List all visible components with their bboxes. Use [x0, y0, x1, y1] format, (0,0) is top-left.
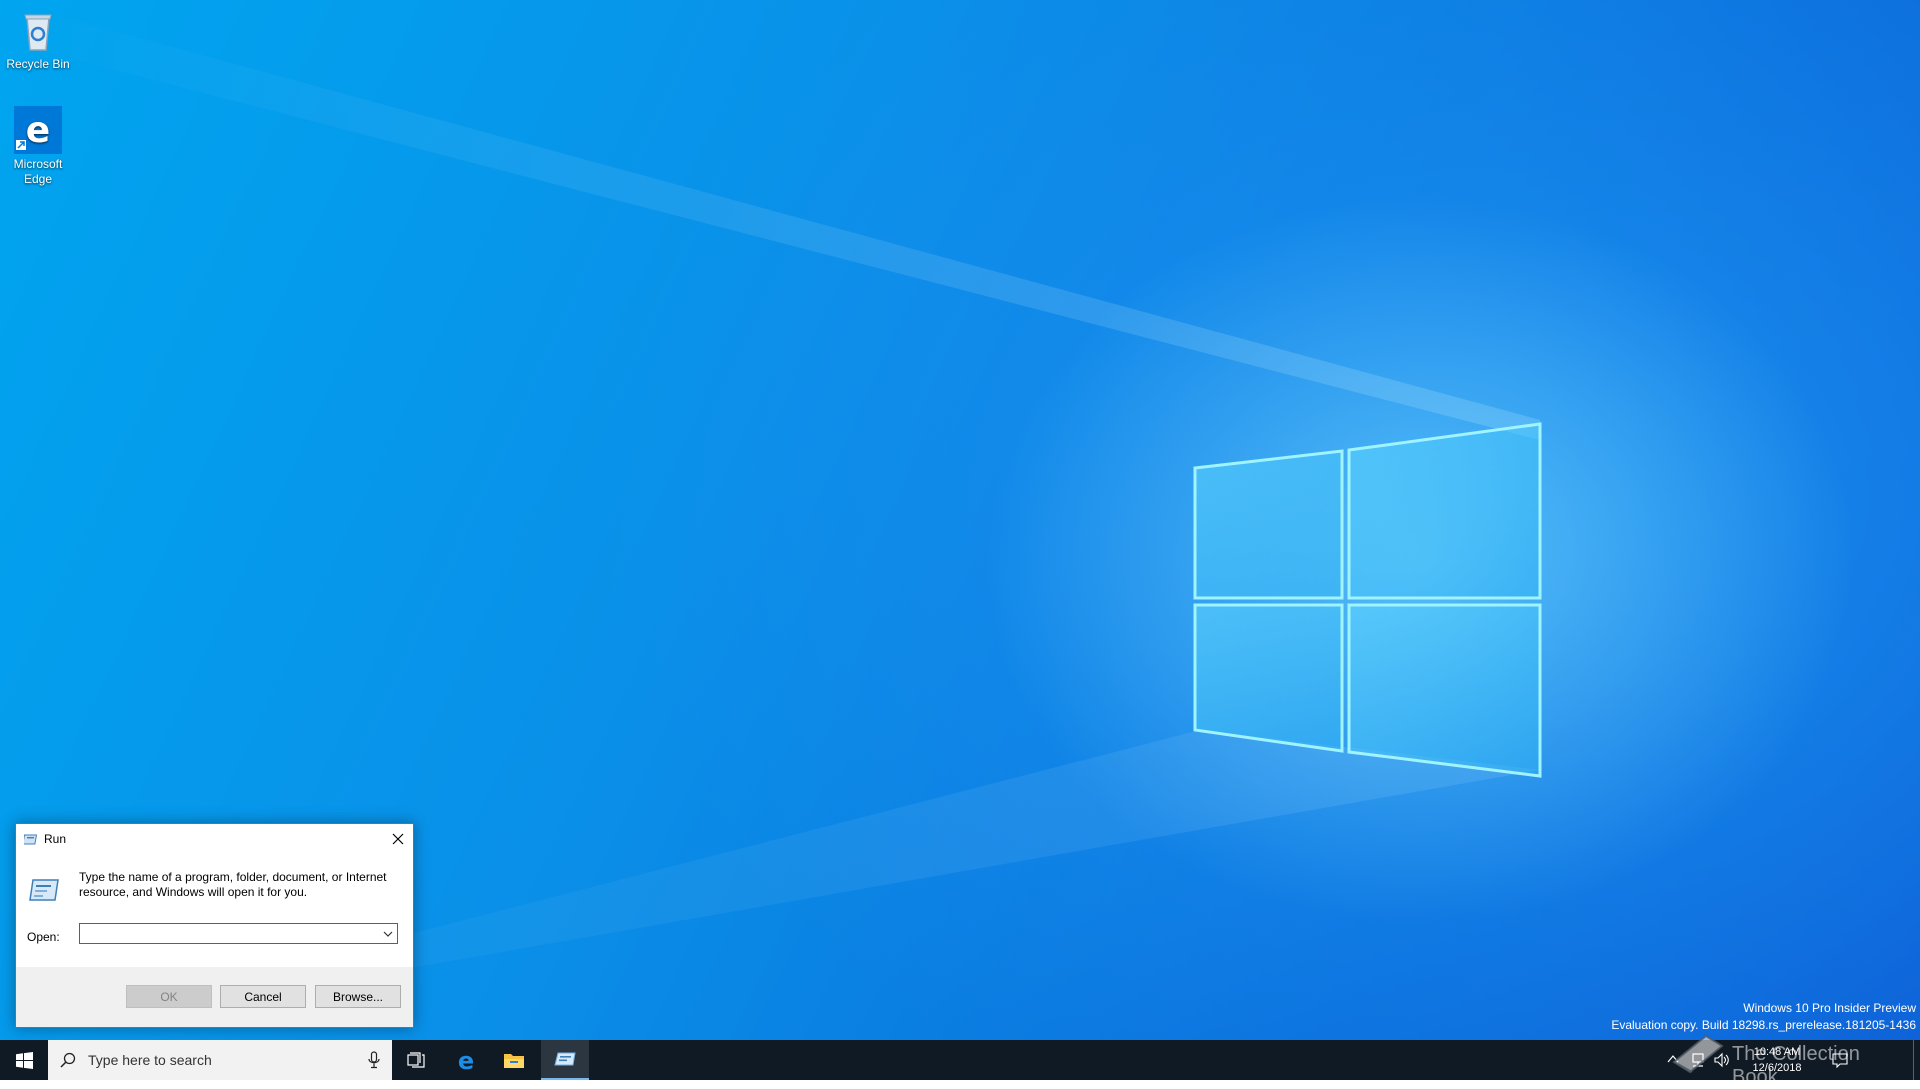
edge-icon: e	[458, 1048, 474, 1072]
collection-book-text: The Collection Book	[1732, 1043, 1860, 1088]
run-dialog[interactable]: Run Type the name of a program, folder, …	[15, 823, 414, 1028]
desktop-icon-microsoft-edge[interactable]: e Microsoft Edge	[0, 106, 76, 187]
microphone-icon[interactable]	[368, 1051, 380, 1074]
browse-button[interactable]: Browse...	[315, 985, 401, 1008]
task-view-icon	[407, 1052, 425, 1068]
run-title: Run	[44, 832, 67, 846]
run-icon	[22, 832, 38, 849]
run-titlebar[interactable]: Run	[16, 824, 413, 854]
run-body: Type the name of a program, folder, docu…	[16, 854, 413, 967]
run-program-icon	[28, 874, 60, 909]
close-icon	[392, 833, 404, 845]
desktop-icon-recycle-bin[interactable]: Recycle Bin	[0, 6, 76, 72]
windows-logo-icon	[15, 1051, 33, 1069]
close-button[interactable]	[383, 824, 413, 854]
ok-button[interactable]: OK	[126, 985, 212, 1008]
dropdown-button[interactable]	[379, 924, 397, 943]
desktop-icon-label: Microsoft Edge	[13, 157, 63, 186]
run-icon	[554, 1052, 576, 1066]
file-explorer-icon	[504, 1054, 524, 1068]
task-view-button[interactable]	[392, 1040, 440, 1080]
taskbar-run-button[interactable]	[541, 1040, 589, 1080]
taskbar-edge-button[interactable]: e	[442, 1040, 490, 1080]
show-desktop-button[interactable]	[1913, 1040, 1920, 1080]
run-footer: OK Cancel Browse...	[16, 967, 413, 1027]
open-label: Open:	[27, 930, 60, 944]
search-placeholder: Type here to search	[88, 1052, 212, 1068]
desktop-icon-label: Recycle Bin	[6, 57, 70, 71]
recycle-bin-icon	[14, 6, 62, 54]
run-description: Type the name of a program, folder, docu…	[79, 870, 387, 899]
collection-book-overlay: The Collection Book	[1664, 1026, 1894, 1088]
taskbar[interactable]: Type here to search e 10:48 AM 12/6/2018	[0, 1040, 1920, 1080]
search-box[interactable]: Type here to search	[48, 1040, 392, 1080]
open-combobox[interactable]	[79, 923, 398, 944]
open-input[interactable]	[80, 924, 378, 943]
desktop[interactable]: Recycle Bin e Microsoft Edge Windows 10 …	[0, 0, 1920, 1040]
start-button[interactable]	[0, 1040, 48, 1080]
watermark-edition: Windows 10 Pro Insider Preview	[1743, 1001, 1916, 1015]
search-icon	[60, 1052, 76, 1073]
svg-text:e: e	[26, 110, 50, 151]
svg-text:e: e	[458, 1048, 474, 1072]
chevron-down-icon	[383, 931, 393, 937]
cancel-button[interactable]: Cancel	[220, 985, 306, 1008]
edge-icon: e	[14, 106, 62, 154]
taskbar-file-explorer-button[interactable]	[490, 1040, 538, 1080]
book-icon	[1670, 1032, 1726, 1080]
